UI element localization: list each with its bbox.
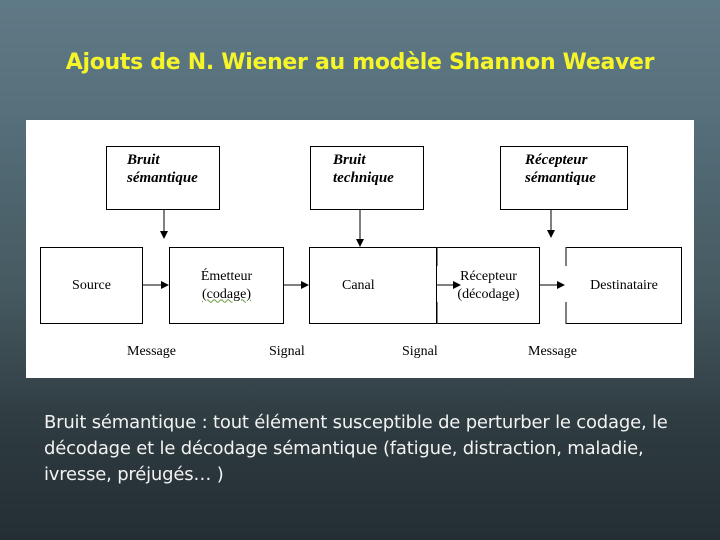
flow-label-signal: Signal [402, 344, 438, 359]
flow-label-signal: Signal [269, 344, 305, 359]
slide-caption: Bruit sémantique : tout élément suscepti… [44, 412, 668, 485]
flow-label-message: Message [127, 344, 176, 359]
flow-label-message: Message [528, 344, 577, 359]
shannon-weaver-diagram: Bruit sémantique Bruit technique Récepte… [26, 120, 694, 378]
arrows-layer [143, 210, 567, 324]
slide-title: Ajouts de N. Wiener au modèle Shannon We… [65, 50, 655, 75]
